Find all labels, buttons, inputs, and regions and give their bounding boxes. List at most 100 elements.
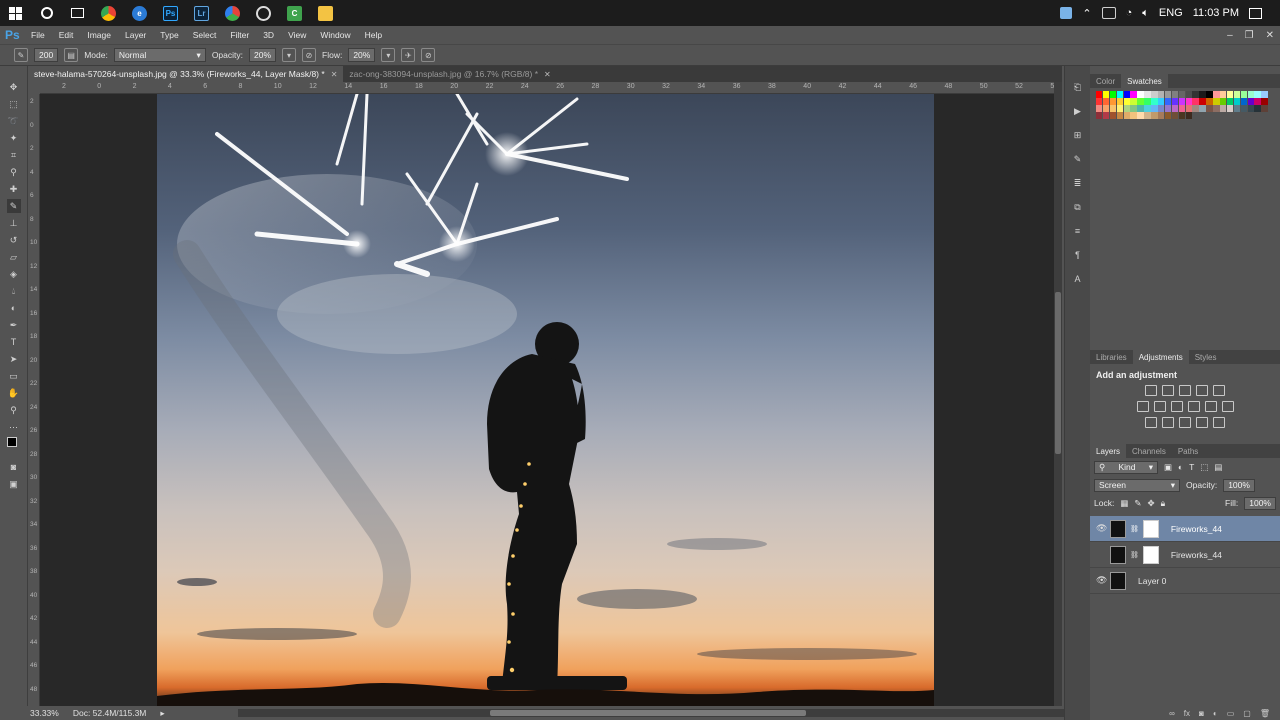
color-swatch[interactable] (1102, 112, 1110, 119)
horizontal-scrollbar[interactable] (238, 709, 1078, 717)
menu-layer[interactable]: Layer (118, 30, 153, 40)
filter-adjustment-icon[interactable]: ◐ (1178, 462, 1183, 472)
menu-filter[interactable]: Filter (223, 30, 256, 40)
layer-kind-filter[interactable]: ⚲ Kind ▾ (1094, 460, 1158, 474)
pressure-size-icon[interactable]: ⊘ (421, 48, 436, 62)
color-swatch[interactable] (1116, 112, 1124, 119)
clone-stamp-tool-icon[interactable]: ⊥ (7, 216, 21, 230)
menu-type[interactable]: Type (153, 30, 185, 40)
color-swatch[interactable] (1206, 98, 1213, 105)
menu-file[interactable]: File (24, 30, 52, 40)
color-swatch[interactable] (1199, 91, 1206, 98)
tab-steve-halama[interactable]: steve-halama-570264-unsplash.jpg @ 33.3%… (28, 66, 344, 82)
vertical-ruler[interactable]: 2 0 2 4 6 8 10 12 14 16 18 20 22 24 26 28 30 32 34 36 38 40 42… (28, 94, 40, 706)
quick-select-tool-icon[interactable]: ✦ (7, 131, 21, 145)
color-swatch[interactable] (1158, 91, 1165, 98)
photo-filter-icon[interactable] (1187, 401, 1200, 412)
color-swatch[interactable] (1254, 98, 1261, 105)
color-swatch[interactable] (1137, 105, 1144, 112)
close-icon[interactable]: ✕ (1266, 30, 1274, 41)
color-swatch[interactable] (1109, 98, 1117, 105)
marquee-tool-icon[interactable]: ⬚ (7, 97, 21, 111)
menu-window[interactable]: Window (313, 30, 357, 40)
color-swatch[interactable] (1102, 105, 1110, 112)
more-tools-icon[interactable]: ⋯ (7, 420, 21, 434)
color-swatch[interactable] (1096, 105, 1103, 112)
lock-pixels-icon[interactable]: ✎ (1134, 498, 1141, 509)
color-swatch[interactable] (1185, 98, 1192, 105)
color-swatch[interactable] (1171, 105, 1179, 112)
channel-mixer-icon[interactable] (1204, 401, 1217, 412)
color-swatch[interactable] (1247, 105, 1254, 112)
color-swatch[interactable] (1220, 91, 1227, 98)
layer-thumbnail[interactable] (1110, 545, 1126, 564)
color-swatch[interactable] (1123, 91, 1130, 98)
color-swatch[interactable] (1116, 105, 1124, 112)
vertical-scrollbar[interactable] (1054, 82, 1062, 706)
lasso-tool-icon[interactable]: ➰ (7, 114, 21, 128)
color-swatch[interactable] (1171, 112, 1179, 119)
color-swatch[interactable] (1144, 112, 1151, 119)
layer-mask-thumbnail[interactable] (1142, 545, 1159, 564)
brush-tool-icon[interactable]: ✎ (14, 48, 28, 62)
davinci-icon[interactable] (217, 0, 248, 26)
color-swatch[interactable] (1192, 98, 1199, 105)
brightness-contrast-icon[interactable] (1145, 385, 1157, 396)
layer-thumbnail[interactable] (1110, 571, 1126, 590)
color-swatch[interactable] (1144, 105, 1151, 112)
color-swatch[interactable] (1247, 98, 1254, 105)
tab-color[interactable]: Color (1090, 74, 1121, 88)
mode-select[interactable]: Normal ▾ (113, 48, 206, 62)
color-swatch[interactable] (1102, 91, 1110, 98)
color-swatch[interactable] (1226, 91, 1234, 98)
lock-transparency-icon[interactable]: ▦ (1120, 498, 1128, 509)
new-layer-icon[interactable]: ▢ (1243, 709, 1251, 718)
horizontal-ruler[interactable]: 2 0 2 4 6 8 10 12 14 16 18 20 22 24 26 28 30 32 34 36 38 40 42… (40, 82, 1062, 94)
color-swatch[interactable] (1123, 105, 1130, 112)
photoshop-icon[interactable]: Ps (155, 0, 186, 26)
blend-mode-select[interactable]: Screen ▾ (1094, 478, 1180, 492)
menu-help[interactable]: Help (358, 30, 389, 40)
clock[interactable]: 11:03 PM (1193, 7, 1239, 19)
color-swatch[interactable] (1137, 91, 1144, 98)
restore-icon[interactable]: ❐ (1245, 30, 1254, 41)
color-swatch[interactable] (1185, 112, 1192, 119)
color-swatch[interactable] (1158, 105, 1165, 112)
color-swatch[interactable] (1261, 98, 1268, 105)
brush-settings-icon[interactable]: ≣ (1071, 176, 1085, 190)
color-swatch[interactable] (1178, 112, 1186, 119)
color-swatch[interactable] (1151, 105, 1158, 112)
color-swatch[interactable] (1151, 98, 1158, 105)
pressure-opacity-icon[interactable]: ⊘ (302, 48, 317, 62)
color-swatch[interactable] (1226, 98, 1234, 105)
cortana-icon[interactable] (31, 0, 62, 26)
volume-icon[interactable]: 🔈︎ (1142, 7, 1149, 20)
color-swatch[interactable] (1102, 98, 1110, 105)
chevron-down-icon[interactable]: ▾ (381, 48, 396, 62)
menu-image[interactable]: Image (80, 30, 118, 40)
type-tool-icon[interactable]: T (7, 335, 21, 349)
exposure-icon[interactable] (1196, 385, 1208, 396)
color-swatch[interactable] (1192, 91, 1199, 98)
mask-link-icon[interactable]: ⛓ (1130, 525, 1139, 533)
new-group-icon[interactable]: ▭ (1227, 709, 1235, 718)
color-swatch[interactable] (1137, 98, 1144, 105)
color-swatch[interactable] (1240, 105, 1248, 112)
menu-3d[interactable]: 3D (256, 30, 281, 40)
path-selection-tool-icon[interactable]: ➤ (7, 352, 21, 366)
scroll-thumb[interactable] (1055, 292, 1061, 454)
healing-brush-tool-icon[interactable]: ✚ (7, 182, 21, 196)
color-swatch[interactable] (1192, 105, 1199, 112)
tab-channels[interactable]: Channels (1126, 444, 1172, 458)
layer-opacity-input[interactable]: 100% (1223, 478, 1255, 492)
filter-pixel-icon[interactable]: ▣ (1164, 462, 1172, 473)
color-swatch[interactable] (1123, 112, 1130, 119)
color-swatch[interactable] (1199, 98, 1206, 105)
history-brush-tool-icon[interactable]: ↺ (7, 233, 21, 247)
eyedropper-tool-icon[interactable]: ⚲ (7, 165, 21, 179)
fill-input[interactable]: 100% (1244, 496, 1276, 510)
lightroom-icon[interactable]: Lr (186, 0, 217, 26)
layer-row[interactable]: 👁︎ ⛓ Fireworks_44 (1090, 516, 1280, 542)
color-swatch[interactable] (1137, 112, 1144, 119)
layer-style-icon[interactable]: fx (1184, 709, 1190, 718)
